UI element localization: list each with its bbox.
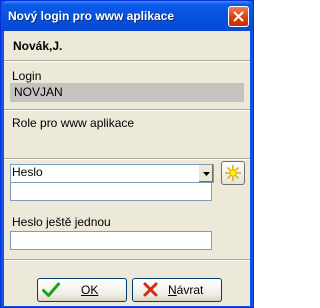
divider bbox=[4, 259, 250, 261]
back-button-label: Návrat bbox=[168, 283, 204, 297]
cross-icon bbox=[143, 282, 158, 297]
close-button[interactable] bbox=[228, 6, 249, 27]
login-field: NOVJAN bbox=[10, 83, 244, 102]
dialog-window: Nový login pro www aplikace Novák,J. Log… bbox=[0, 0, 254, 308]
sparkle-new-icon bbox=[225, 165, 241, 181]
role-label: Role pro www aplikace bbox=[12, 116, 135, 130]
password-label: Heslo bbox=[12, 165, 43, 179]
password-repeat-label: Heslo ještě jednou bbox=[12, 215, 111, 229]
ok-button-label: OK bbox=[81, 283, 99, 297]
new-role-button[interactable] bbox=[221, 161, 245, 185]
login-label: Login bbox=[12, 69, 42, 83]
divider bbox=[4, 158, 250, 160]
dialog-body: Novák,J. Login NOVJAN Role pro www aplik… bbox=[4, 31, 250, 306]
divider bbox=[4, 109, 250, 111]
close-icon bbox=[233, 11, 244, 22]
password-field[interactable] bbox=[10, 182, 212, 201]
password-repeat-field[interactable] bbox=[10, 231, 212, 250]
title-bar[interactable]: Nový login pro www aplikace bbox=[1, 1, 253, 31]
user-name: Novák,J. bbox=[13, 39, 63, 53]
ok-button[interactable]: OK bbox=[37, 278, 127, 302]
checkmark-icon bbox=[42, 282, 60, 297]
role-dropdown-button[interactable] bbox=[198, 165, 213, 182]
chevron-down-icon bbox=[203, 172, 210, 176]
window-title: Nový login pro www aplikace bbox=[8, 9, 175, 23]
back-button[interactable]: Návrat bbox=[132, 278, 222, 302]
divider bbox=[4, 60, 250, 62]
